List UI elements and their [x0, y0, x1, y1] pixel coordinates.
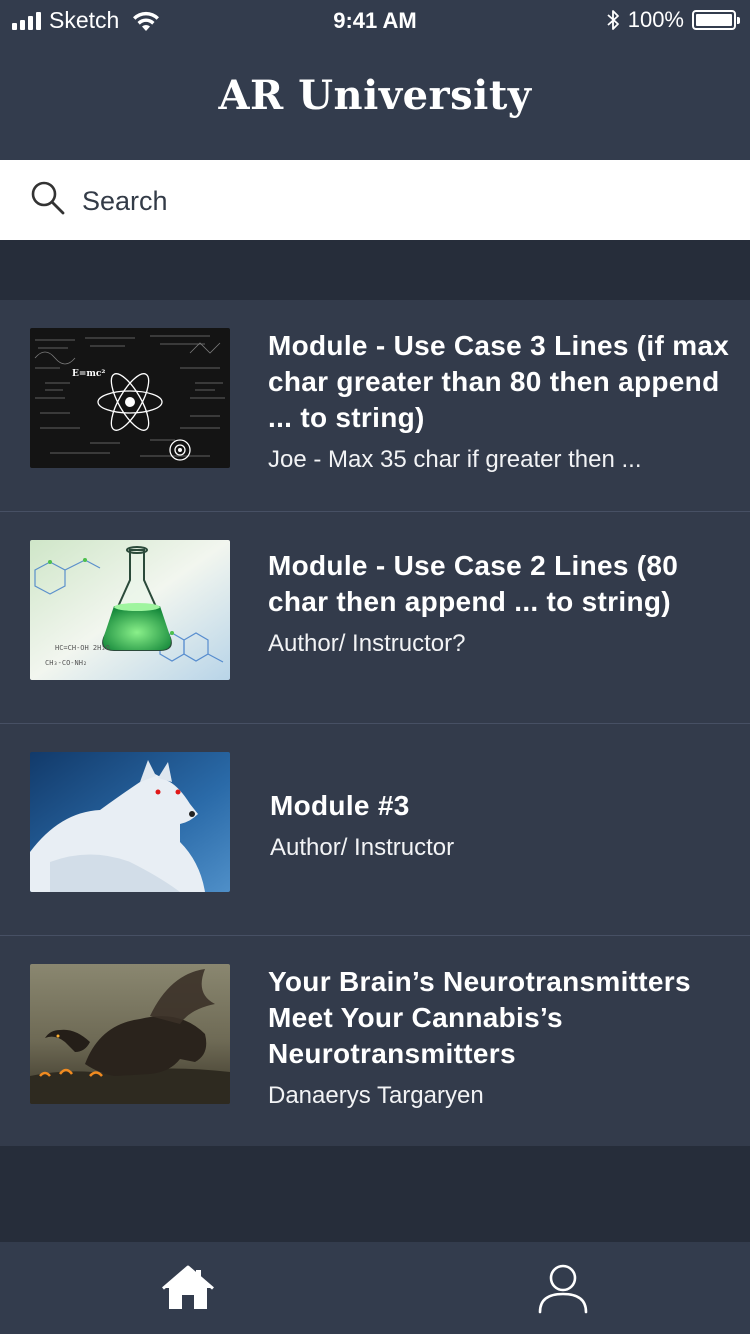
module-title: Your Brain’s Neurotransmitters Meet Your… — [268, 966, 691, 1069]
module-title: Module - Use Case 3 Lines (if max char g… — [268, 330, 730, 433]
module-author: Author/ Instructor? — [268, 630, 466, 657]
module-author: Joe - Max 35 char if greater then ... — [268, 446, 642, 473]
tab-bar — [0, 1242, 750, 1334]
module-info: Module #3 Author/ Instructor — [270, 788, 730, 862]
module-title: Module #3 — [270, 790, 410, 821]
home-icon — [161, 1265, 214, 1309]
module-info: Your Brain’s Neurotransmitters Meet Your… — [268, 964, 730, 1110]
module-list: E=mc² Module - Use Case 3 Lines (if max … — [0, 300, 750, 1146]
battery-percentage: 100% — [627, 7, 684, 32]
search-input[interactable] — [80, 178, 724, 224]
svg-text:CH₃-CO-NH₂: CH₃-CO-NH₂ — [45, 659, 87, 667]
module-author: Author/ Instructor — [270, 834, 455, 861]
white-wolf-image — [30, 752, 230, 892]
search-icon — [31, 181, 65, 215]
search-bar[interactable] — [0, 160, 750, 240]
status-bar: Sketch 9:41 AM 100% — [0, 0, 750, 42]
module-title: Module - Use Case 2 Lines (80 char then … — [268, 550, 679, 617]
status-right: 100% — [606, 7, 740, 33]
battery-icon — [692, 10, 740, 30]
chemistry-flask-image: HC=CH-OH 2H₂O CH₃-CO-NH₂ — [30, 540, 230, 680]
physics-chalkboard-image: E=mc² — [30, 328, 230, 468]
module-card[interactable]: Your Brain’s Neurotransmitters Meet Your… — [0, 936, 750, 1146]
module-author: Danaerys Targaryen — [268, 1082, 484, 1109]
module-card[interactable]: HC=CH-OH 2H₂O CH₃-CO-NH₂ Module - Use Ca… — [0, 512, 750, 724]
bluetooth-icon — [607, 10, 619, 30]
tab-home[interactable] — [0, 1242, 375, 1334]
module-info: Module - Use Case 2 Lines (80 char then … — [268, 548, 730, 658]
svg-text:E=mc²: E=mc² — [72, 369, 105, 379]
module-info: Module - Use Case 3 Lines (if max char g… — [268, 328, 730, 474]
profile-icon — [538, 1264, 587, 1314]
svg-text:HC=CH-OH 2H₂O: HC=CH-OH 2H₂O — [55, 644, 110, 652]
tab-profile[interactable] — [375, 1242, 750, 1334]
navigation-header: Sketch 9:41 AM 100% AR University — [0, 0, 750, 160]
page-title: AR University — [218, 72, 532, 119]
module-card[interactable]: E=mc² Module - Use Case 3 Lines (if max … — [0, 300, 750, 512]
module-card[interactable]: Module #3 Author/ Instructor — [0, 724, 750, 936]
dragon-image — [30, 964, 230, 1104]
